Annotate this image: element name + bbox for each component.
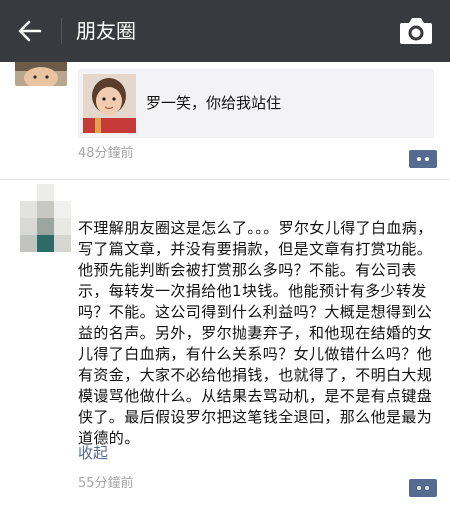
moments-feed: 罗一笑，你给我站住 48分鐘前 不理解朋友圈这是怎么了。。。罗尔女儿得了白血病，… (0, 62, 450, 514)
comment-button[interactable] (409, 479, 437, 497)
camera-icon (400, 18, 432, 44)
camera-button[interactable] (396, 14, 436, 48)
back-button[interactable] (10, 13, 50, 49)
shared-link-card[interactable]: 罗一笑，你给我站住 (78, 69, 434, 138)
post-body-text: 不理解朋友圈这是怎么了。。。罗尔女儿得了白血病，写了篇文章，并没有要捐款，但是文… (78, 219, 433, 447)
link-title: 罗一笑，你给我站住 (146, 94, 282, 112)
post-divider (0, 179, 450, 180)
post-timestamp: 48分鐘前 (78, 146, 134, 161)
top-bar: 朋友圈 (0, 0, 450, 62)
header-divider (61, 18, 62, 44)
back-arrow-icon (18, 20, 42, 42)
avatar[interactable] (3, 184, 71, 252)
page-title: 朋友圈 (76, 19, 136, 43)
post-timestamp: 55分鐘前 (78, 476, 134, 491)
collapse-link[interactable]: 收起 (78, 442, 108, 464)
link-thumbnail (83, 74, 136, 133)
avatar[interactable] (15, 62, 67, 86)
comment-button[interactable] (409, 150, 437, 168)
